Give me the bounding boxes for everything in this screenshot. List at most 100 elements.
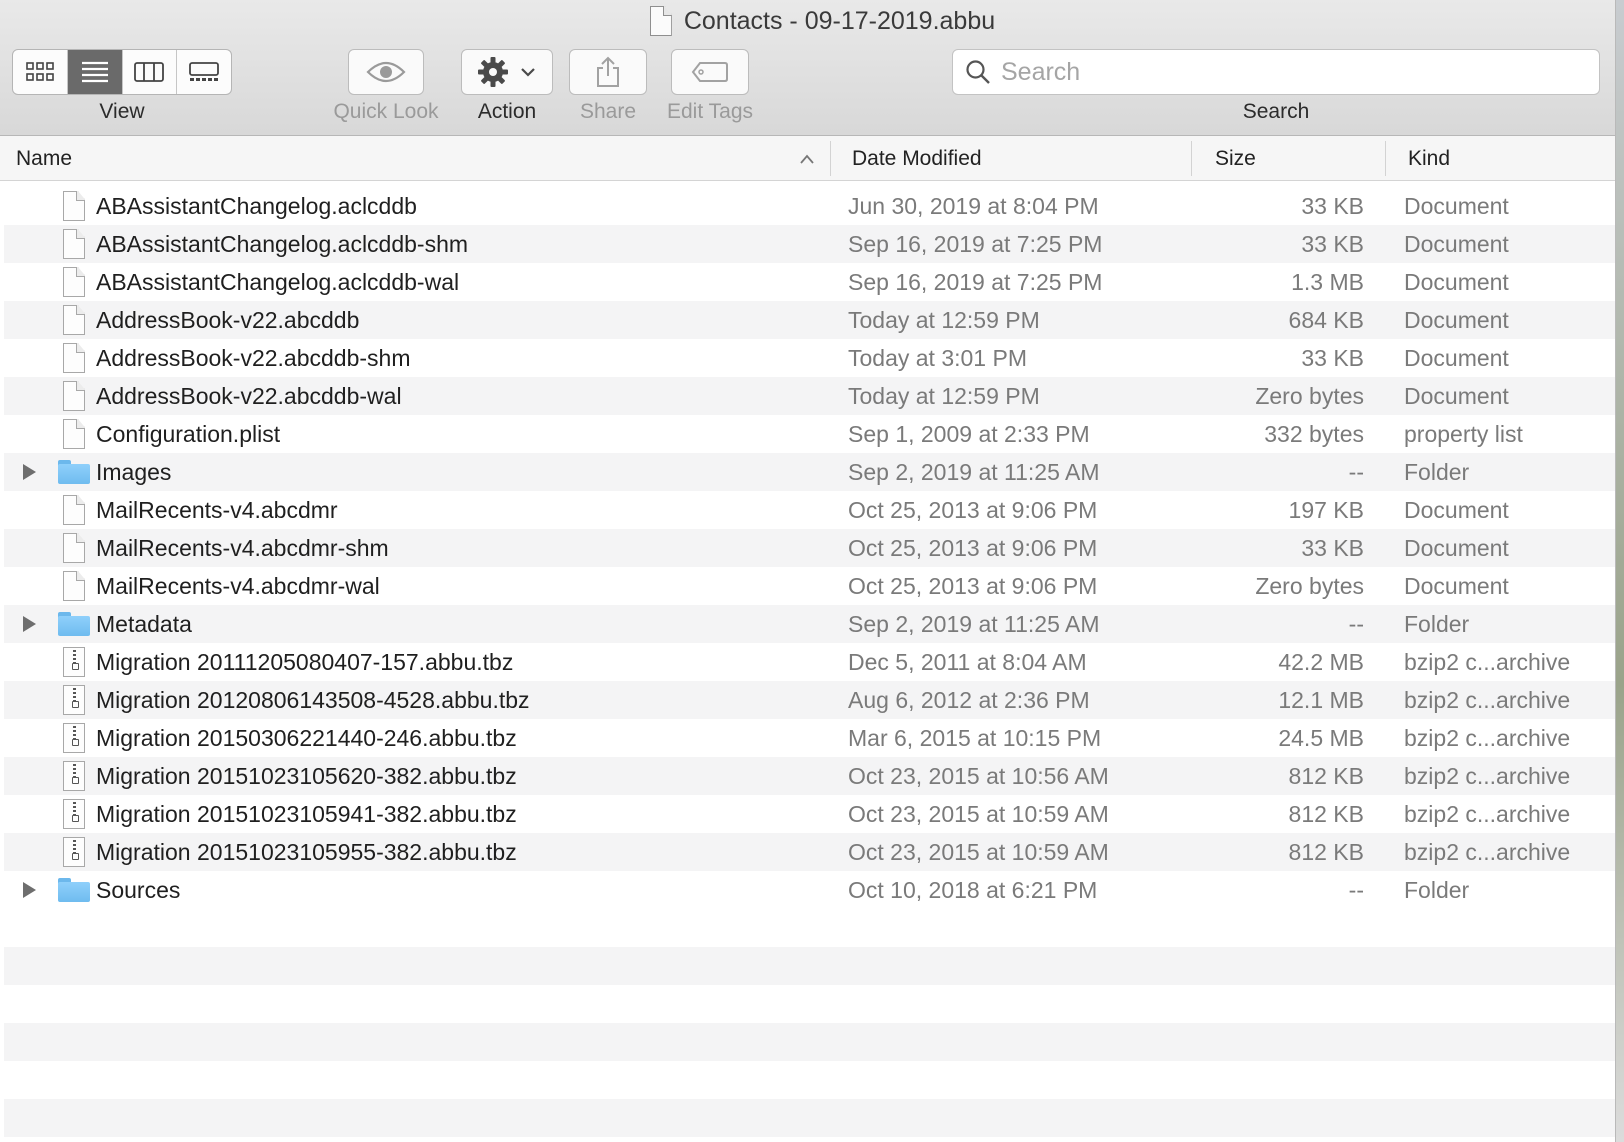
file-size: 332 bytes [1264, 421, 1364, 447]
file-row[interactable]: ABAssistantChangelog.aclcddb-shm Sep 16, … [4, 225, 1615, 263]
empty-row [4, 947, 1615, 985]
file-row[interactable]: Migration 20151023105955-382.abbu.tbz Oct… [4, 833, 1615, 871]
edit-tags-button[interactable] [671, 49, 749, 95]
kind-column-header[interactable]: Kind [1408, 136, 1608, 181]
name-column-header[interactable]: Name [16, 136, 826, 181]
column-divider[interactable] [1385, 141, 1386, 176]
file-date-modified: Sep 2, 2019 at 11:25 AM [848, 459, 1100, 485]
document-icon-wrap [56, 187, 92, 225]
file-kind: Document [1404, 345, 1509, 371]
folder-row[interactable]: Metadata Sep 2, 2019 at 11:25 AM -- Folder [4, 605, 1615, 643]
search-field[interactable] [952, 49, 1600, 95]
folder-icon [58, 612, 90, 636]
file-row[interactable]: AddressBook-v22.abcddb-wal Today at 12:59… [4, 377, 1615, 415]
gallery-view-button[interactable] [177, 50, 231, 94]
list-view-button[interactable] [67, 50, 123, 94]
document-icon-wrap [56, 301, 92, 339]
folder-row[interactable]: Sources Oct 10, 2018 at 6:21 PM -- Folder [4, 871, 1615, 909]
archive-icon-wrap [56, 681, 92, 719]
document-icon [63, 343, 85, 373]
document-icon-wrap [56, 339, 92, 377]
disclosure-triangle-icon[interactable] [18, 871, 40, 909]
document-icon [63, 305, 85, 335]
file-size: 24.5 MB [1278, 725, 1364, 751]
file-row[interactable]: AddressBook-v22.abcddb-shm Today at 3:01 … [4, 339, 1615, 377]
file-row[interactable]: Migration 20120806143508-4528.abbu.tbz Au… [4, 681, 1615, 719]
file-size: 812 KB [1288, 801, 1364, 827]
file-row[interactable]: MailRecents-v4.abcdmr-shm Oct 25, 2013 at… [4, 529, 1615, 567]
quick-look-button[interactable] [348, 49, 424, 95]
file-name: Migration 20151023105955-382.abbu.tbz [96, 839, 517, 865]
file-name: ABAssistantChangelog.aclcddb-shm [96, 231, 469, 257]
file-date-modified: Oct 25, 2013 at 9:06 PM [848, 535, 1098, 561]
file-row[interactable]: ABAssistantChangelog.aclcddb Jun 30, 2019… [4, 187, 1615, 225]
archive-icon [63, 685, 85, 715]
file-date-modified: Oct 23, 2015 at 10:59 AM [848, 839, 1109, 865]
file-kind: property list [1404, 421, 1523, 447]
file-date-modified: Mar 6, 2015 at 10:15 PM [848, 725, 1102, 751]
file-size: 33 KB [1301, 231, 1364, 257]
file-size: 33 KB [1301, 345, 1364, 371]
file-list: ABAssistantChangelog.aclcddb Jun 30, 2019… [4, 187, 1615, 909]
size-column-header[interactable]: Size [1215, 136, 1375, 181]
window-title: Contacts - 09-17-2019.abbu [683, 6, 996, 35]
file-row[interactable]: Migration 20151023105941-382.abbu.tbz Oct… [4, 795, 1615, 833]
column-view-button[interactable] [123, 50, 178, 94]
file-row[interactable]: Configuration.plist Sep 1, 2009 at 2:33 P… [4, 415, 1615, 453]
disclosure-triangle-icon[interactable] [18, 605, 40, 643]
file-kind: Document [1404, 383, 1509, 409]
file-date-modified: Today at 12:59 PM [848, 383, 1040, 409]
search-input[interactable] [1001, 57, 1561, 87]
archive-icon-wrap [56, 833, 92, 871]
file-date-modified: Oct 23, 2015 at 10:59 AM [848, 801, 1109, 827]
columns-icon [134, 62, 165, 82]
folder-row[interactable]: Images Sep 2, 2019 at 11:25 AM -- Folder [4, 453, 1615, 491]
gear-icon [478, 57, 508, 87]
document-icon-wrap [56, 263, 92, 301]
disclosure-triangle-icon[interactable] [18, 453, 40, 491]
file-name: MailRecents-v4.abcdmr-wal [96, 573, 380, 599]
file-size: -- [1348, 877, 1364, 903]
file-row[interactable]: AddressBook-v22.abcddb Today at 12:59 PM 6… [4, 301, 1615, 339]
file-row[interactable]: Migration 20111205080407-157.abbu.tbz Dec… [4, 643, 1615, 681]
document-icon-wrap [56, 377, 92, 415]
icon-view-button[interactable] [13, 50, 68, 94]
file-date-modified: Today at 12:59 PM [848, 307, 1040, 333]
file-date-modified: Sep 16, 2019 at 7:25 PM [848, 269, 1103, 295]
date-modified-column-header[interactable]: Date Modified [852, 136, 1182, 181]
document-icon-wrap [56, 529, 92, 567]
column-header-row: Name Date Modified Size Kind [0, 136, 1615, 181]
share-button[interactable] [569, 49, 647, 95]
file-name: Migration 20150306221440-246.abbu.tbz [96, 725, 517, 751]
search-icon [966, 60, 990, 84]
file-size: 42.2 MB [1278, 649, 1364, 675]
file-row[interactable]: MailRecents-v4.abcdmr Oct 25, 2013 at 9:0… [4, 491, 1615, 529]
file-row[interactable]: MailRecents-v4.abcdmr-wal Oct 25, 2013 at… [4, 567, 1615, 605]
file-row[interactable]: Migration 20150306221440-246.abbu.tbz Mar… [4, 719, 1615, 757]
file-row[interactable]: Migration 20151023105620-382.abbu.tbz Oct… [4, 757, 1615, 795]
file-date-modified: Oct 25, 2013 at 9:06 PM [848, 573, 1098, 599]
file-row[interactable]: ABAssistantChangelog.aclcddb-wal Sep 16, … [4, 263, 1615, 301]
kind-column-label: Kind [1408, 146, 1451, 170]
document-icon [63, 533, 85, 563]
gallery-icon [189, 62, 220, 81]
file-kind: bzip2 c...archive [1404, 763, 1571, 789]
file-date-modified: Jun 30, 2019 at 8:04 PM [848, 193, 1099, 219]
column-divider[interactable] [830, 141, 831, 176]
finder-window: Contacts - 09-17-2019.abbu View Quick Lo… [0, 0, 1616, 1142]
file-size: 684 KB [1288, 307, 1364, 333]
file-name: Configuration.plist [96, 421, 281, 447]
file-kind: Folder [1404, 877, 1470, 903]
file-kind: bzip2 c...archive [1404, 725, 1571, 751]
empty-row [4, 909, 1615, 947]
column-divider[interactable] [1191, 141, 1192, 176]
name-column-label: Name [16, 146, 73, 170]
archive-icon [63, 799, 85, 829]
file-kind: bzip2 c...archive [1404, 649, 1571, 675]
action-button[interactable] [461, 49, 553, 95]
empty-row [4, 1023, 1615, 1061]
file-kind: Document [1404, 535, 1509, 561]
